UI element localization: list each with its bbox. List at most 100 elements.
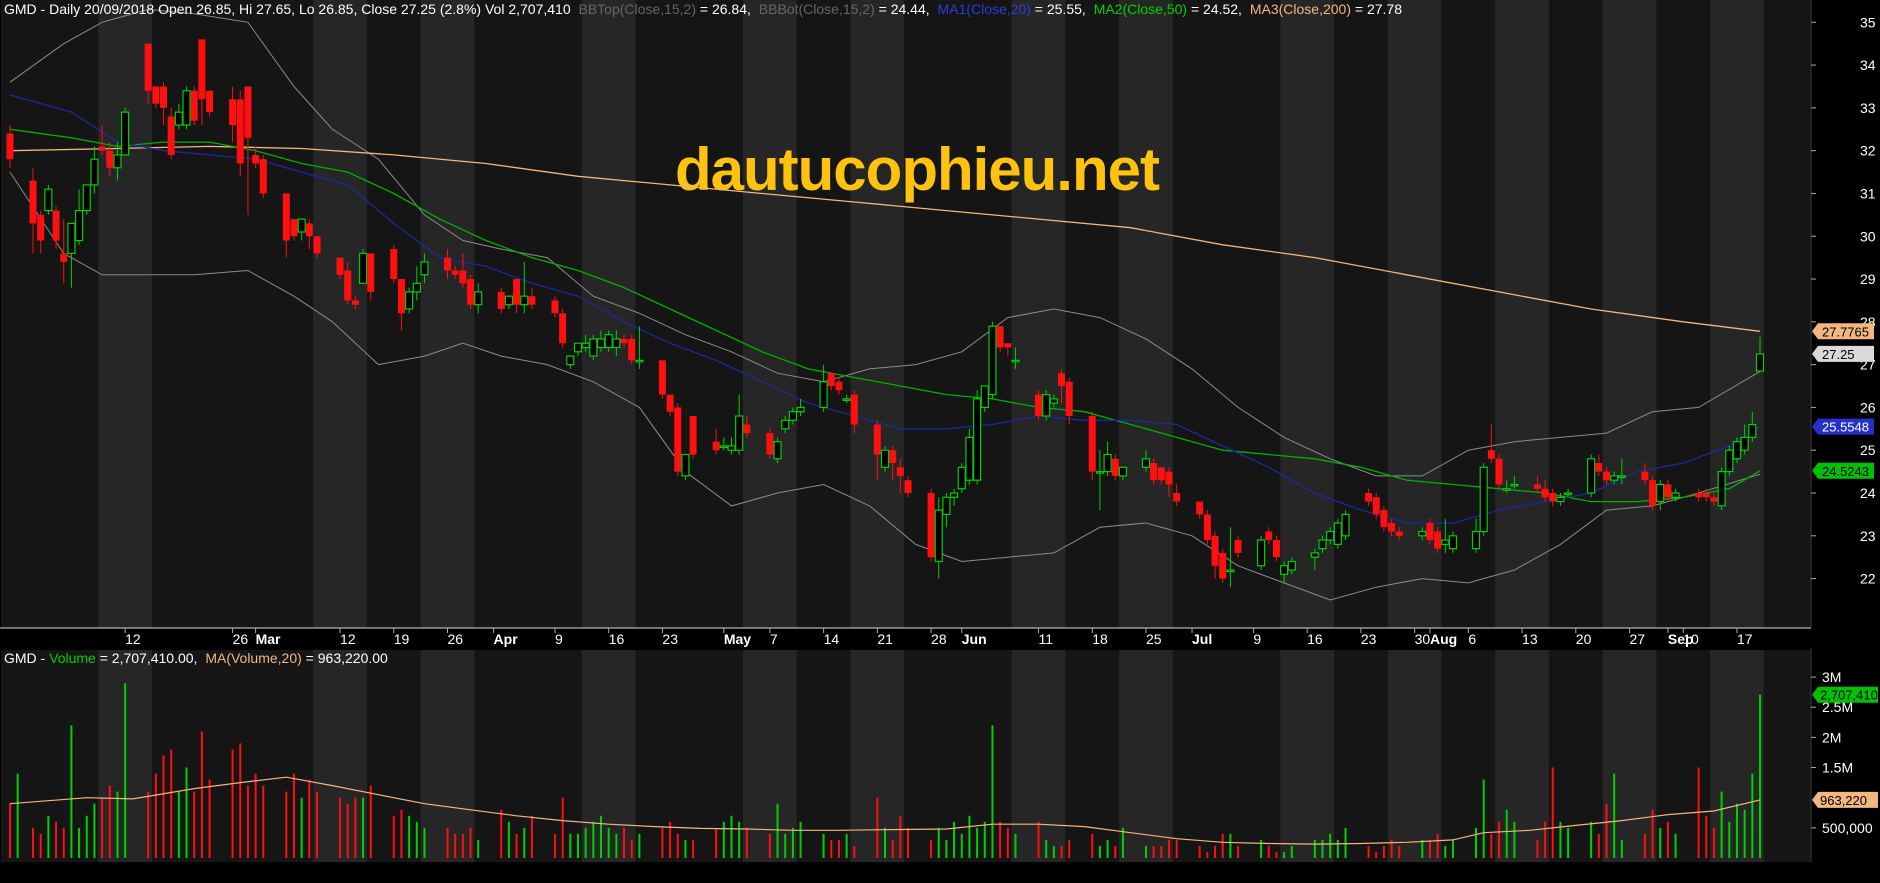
price-tick-label: 26 [1860,399,1876,415]
date-tick-label: 26 [448,631,464,647]
date-tick-label: 10 [1683,631,1699,647]
candle-body-up [420,261,429,276]
candle-body-down [198,39,206,100]
quote-info: Daily 20/09/2018 Open 26.85, Hi 27.65, L… [49,1,571,17]
candle-body-up [988,325,997,396]
candle-body-up [1610,475,1619,481]
candle-body-up [1748,423,1757,438]
candle-body-up [589,338,598,357]
date-tick-label: Aug [1430,631,1457,647]
candle-body-up [113,154,122,169]
candle-body-up [980,385,989,409]
candle-body-down [835,381,843,391]
candle-body-down [712,441,720,451]
grid-band [98,0,152,628]
stock-chart: 22 23 24 25 26 27 28 29 30 31 32 33 34 35 dautucophie… [0,0,1880,878]
volume-ma-label: MA(Volume,20) [205,650,301,666]
candle-body-down [152,86,160,104]
candle-body-down [344,270,352,301]
candle-body-up [781,419,790,430]
symbol: GMD [4,1,37,17]
volume-tick-label: 3M [1822,669,1841,685]
candle-body-down [1150,463,1158,481]
price-tick-label: 25 [1860,442,1876,458]
date-tick-label: 6 [1468,631,1476,647]
grid-band [1280,650,1335,862]
candle-body-down [1649,480,1657,506]
candle-body-up [67,222,76,254]
candle-body-up [1564,492,1573,496]
candle-body-down [1487,450,1495,459]
volume-header-sep: - [37,650,49,666]
candle-body-down [1710,497,1718,502]
candle-body-up [412,282,421,293]
candle-body-down [559,313,567,344]
candle-body-up [681,453,690,477]
candle-body-up [635,359,644,363]
date-tick-label: 11 [1039,631,1054,647]
grid-band [1280,0,1335,628]
price-tag-label: 24.5243 [1822,464,1869,479]
candle-body-up [1471,530,1481,550]
candle-body-up [1310,552,1319,558]
candle-body-up [1510,483,1519,487]
date-axis: 12 26 Mar 12 19 26 Apr 9 16 23 May 7 14 21 28 Jun 11 18 25… [0,627,1880,648]
candle-body-up [90,158,99,186]
candle-body-down [1388,522,1396,532]
candle-body-up [965,436,974,481]
candle-body-up [842,398,851,401]
volume-panel[interactable]: 3M2.5M2M1.5M500,000 2,707,410963,220 GMD… [1,648,1878,862]
candle-body-up [819,381,828,409]
candle-body-up [1326,530,1335,541]
candle-body-down [167,116,175,155]
candle-body-down [1549,493,1557,502]
volume-tick-label: 500,000 [1822,820,1873,836]
volume-tick-label: 2M [1822,729,1841,745]
candle-body-down [1541,488,1549,498]
candle-body-down [52,210,60,241]
candle-body-up [1011,359,1020,363]
candle-body-up [1103,453,1112,473]
date-tick-label: 30 [1415,631,1431,647]
date-tick-label: Jun [962,631,987,647]
candle-body-up [973,398,982,481]
candle-body-up [405,291,414,310]
candle-body-down [313,236,321,254]
price-tag-label: 27.7765 [1822,324,1869,339]
candle-body-up [504,295,514,306]
grid-band [420,0,475,628]
candle-body-down [1157,467,1165,481]
candle-body-up [1479,466,1488,533]
grid-band [1387,650,1442,862]
candle-body-down [1426,522,1434,541]
candle-body-down [1702,493,1710,498]
date-tick-label: 19 [394,631,410,647]
candle-body-down [1434,531,1442,549]
candle-body-down [1196,501,1204,515]
candle-body-up [358,252,368,284]
volume-tag-label: 2,707,410 [1820,688,1878,703]
candle-body-down [904,480,912,494]
candle-body-up [1617,475,1626,478]
date-tick-label: 7 [770,631,778,647]
candle-body-up [566,355,575,366]
ma2-label: MA2(Close,50) [1094,1,1187,17]
price-panel[interactable]: 2223242526272829303132333435 dautucophie… [1,0,1876,628]
date-tick-label: 16 [1307,631,1323,647]
price-tag-label: 27.25 [1822,347,1855,362]
candle-body-down [390,249,398,280]
price-tick-label: 23 [1860,528,1876,544]
candle-body-up [174,111,183,126]
candle-body-down [873,424,881,455]
candle-body-down [674,407,682,472]
candle-body-up [182,90,191,126]
price-tick-label: 31 [1860,185,1876,201]
candle-body-up [735,415,744,451]
candle-body-down [1219,552,1227,579]
candle-body-down [236,99,244,164]
price-tag-label: 25.5548 [1822,420,1869,435]
date-tick-label: 23 [662,631,678,647]
volume-value: = 2,707,410.00, [96,650,198,666]
volume-tick-label: 1.5M [1822,760,1853,776]
volume-label: Volume [49,650,96,666]
